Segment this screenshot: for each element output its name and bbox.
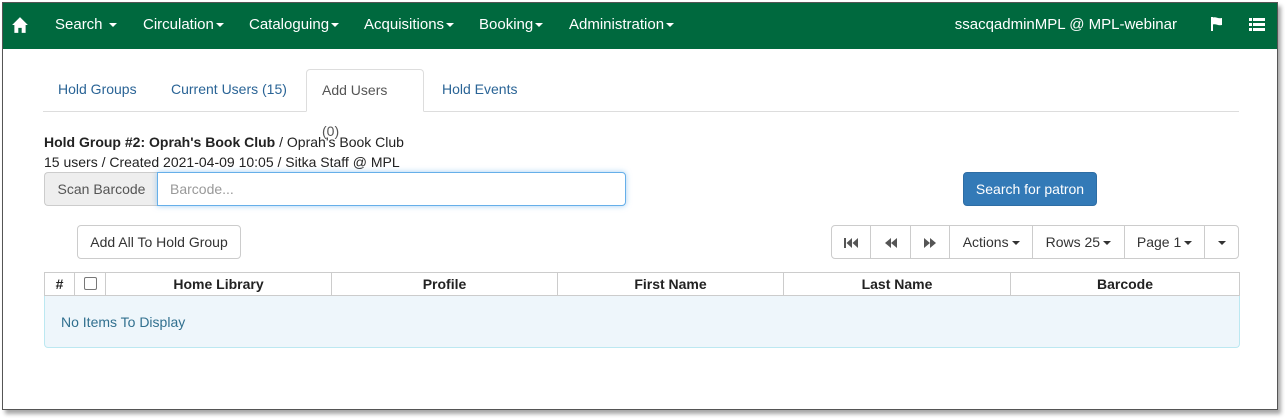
nav-menu-cataloguing[interactable]: Cataloguing <box>249 3 340 49</box>
column-header-barcode[interactable]: Barcode <box>1011 273 1239 295</box>
app-window: Search Circulation Cataloguing Acquisiti… <box>2 2 1278 410</box>
column-header-last-name[interactable]: Last Name <box>784 273 1011 295</box>
previous-page-button[interactable] <box>871 226 911 258</box>
caret-down-icon <box>1011 241 1020 246</box>
next-page-icon <box>924 238 937 249</box>
tab-current-users[interactable]: Current Users (15) <box>156 69 302 110</box>
caret-down-icon <box>331 23 340 28</box>
hold-group-details: 15 users / Created 2021-04-09 10:05 / Si… <box>44 154 400 170</box>
grid-header: # Home Library Profile First Name Last N… <box>44 272 1240 296</box>
nav-menu-search[interactable]: Search <box>55 3 117 49</box>
home-icon[interactable] <box>11 16 29 34</box>
first-page-button[interactable] <box>832 226 872 258</box>
first-page-icon <box>844 238 859 249</box>
column-header-home-library[interactable]: Home Library <box>106 273 332 295</box>
column-header-select <box>75 273 106 295</box>
previous-page-icon <box>884 238 897 249</box>
select-all-checkbox[interactable] <box>83 277 97 291</box>
actions-dropdown[interactable]: Actions <box>950 226 1034 258</box>
barcode-input[interactable] <box>157 172 626 206</box>
column-header-index: # <box>45 273 75 295</box>
next-page-button[interactable] <box>911 226 951 258</box>
caret-down-icon <box>215 23 224 28</box>
logged-in-user[interactable]: ssacqadminMPL @ MPL-webinar <box>955 3 1177 47</box>
tab-add-users[interactable]: Add Users (0) <box>306 69 424 139</box>
scan-barcode-label: Scan Barcode <box>44 172 158 206</box>
flag-icon[interactable] <box>1209 16 1225 32</box>
caret-down-icon <box>1184 241 1193 246</box>
column-header-profile[interactable]: Profile <box>332 273 558 295</box>
column-header-first-name[interactable]: First Name <box>558 273 784 295</box>
tab-hold-events[interactable]: Hold Events <box>427 69 532 110</box>
nav-menu-acquisitions[interactable]: Acquisitions <box>364 3 455 49</box>
nav-menu-administration[interactable]: Administration <box>569 3 675 49</box>
add-all-to-hold-group-button[interactable]: Add All To Hold Group <box>77 225 241 259</box>
caret-down-icon <box>446 23 455 28</box>
caret-down-icon <box>1217 241 1226 246</box>
caret-down-icon <box>535 23 544 28</box>
grid-options-dropdown[interactable] <box>1205 226 1238 258</box>
top-navbar: Search Circulation Cataloguing Acquisiti… <box>3 3 1277 49</box>
hold-group-title: Hold Group #2: Oprah's Book Club <box>44 134 276 150</box>
hold-group-heading: Hold Group #2: Oprah's Book Club / Oprah… <box>44 134 404 150</box>
caret-down-icon <box>108 23 117 28</box>
hold-group-subtitle: / Oprah's Book Club <box>275 134 404 150</box>
caret-down-icon <box>1103 241 1112 246</box>
tab-bar: Hold Groups Current Users (15) Add Users… <box>43 69 1239 139</box>
tab-hold-groups[interactable]: Hold Groups <box>43 69 152 110</box>
search-for-patron-button[interactable]: Search for patron <box>963 172 1097 206</box>
list-icon[interactable] <box>1249 17 1265 33</box>
nav-menu-booking[interactable]: Booking <box>479 3 544 49</box>
no-items-message: No Items To Display <box>44 296 1240 348</box>
nav-menu-circulation[interactable]: Circulation <box>143 3 224 49</box>
caret-down-icon <box>666 23 675 28</box>
grid-toolbar: Actions Rows 25 Page 1 <box>831 225 1239 259</box>
page-dropdown[interactable]: Page 1 <box>1125 226 1206 258</box>
rows-per-page-dropdown[interactable]: Rows 25 <box>1033 226 1125 258</box>
